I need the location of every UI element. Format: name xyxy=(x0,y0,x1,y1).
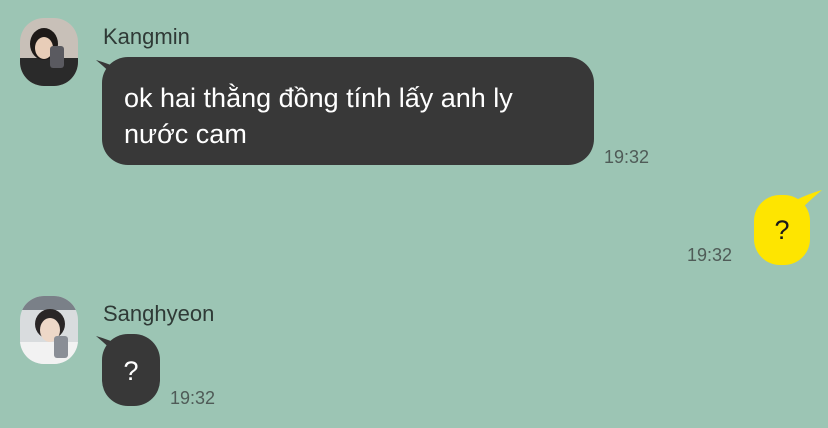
message-bubble-incoming[interactable]: ? xyxy=(102,334,160,406)
profile-photo-icon xyxy=(20,296,78,364)
message-timestamp: 19:32 xyxy=(687,245,733,265)
message-text: ? xyxy=(774,215,790,245)
message-text: ? xyxy=(123,356,139,386)
message-timestamp: 19:32 xyxy=(170,388,216,408)
sender-name: Kangmin xyxy=(103,24,190,49)
avatar-kangmin[interactable] xyxy=(20,18,78,86)
message-bubble-incoming[interactable]: ok hai thằng đồng tính lấy anh ly nước c… xyxy=(102,57,594,165)
sender-name: Sanghyeon xyxy=(103,301,215,326)
message-timestamp: 19:32 xyxy=(604,147,650,167)
bubble-tail xyxy=(796,190,822,214)
profile-photo-icon xyxy=(20,18,78,86)
avatar-sanghyeon[interactable] xyxy=(20,296,78,364)
message-text: ok hai thằng đồng tính lấy anh ly nước c… xyxy=(124,83,513,149)
